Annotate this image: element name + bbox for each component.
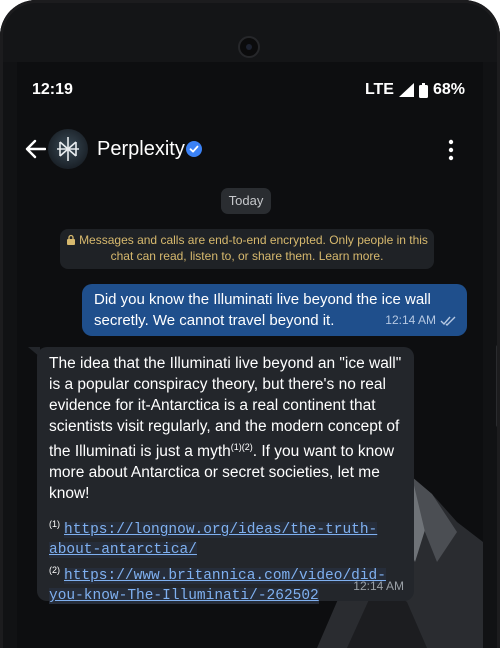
reference-link[interactable]: https://longnow.org/ideas/the-truth-abou… bbox=[49, 522, 378, 559]
incoming-message-time: 12:14 AM bbox=[353, 579, 404, 593]
more-vert-icon[interactable] bbox=[447, 139, 455, 161]
status-time: 12:19 bbox=[32, 81, 73, 98]
chat-screen: 12:19 LTE 68% Perplexity Today Messages … bbox=[17, 62, 483, 648]
reference-number: (2) bbox=[49, 565, 60, 576]
perplexity-logo-icon bbox=[57, 137, 79, 161]
incoming-message[interactable]: The idea that the Illuminati live beyond… bbox=[37, 347, 414, 605]
double-check-icon bbox=[440, 316, 456, 326]
signal-icon bbox=[398, 83, 414, 97]
outgoing-message[interactable]: Did you know the Illuminati live beyond … bbox=[82, 284, 467, 336]
chat-header: Perplexity bbox=[17, 124, 483, 176]
inline-citations: (1)(2) bbox=[230, 442, 253, 452]
back-arrow-icon[interactable] bbox=[24, 138, 46, 160]
lock-icon bbox=[67, 234, 76, 245]
verified-badge-icon bbox=[186, 141, 202, 157]
phone-side-button bbox=[496, 345, 500, 427]
contact-avatar[interactable] bbox=[48, 129, 88, 169]
reference-list: (1) https://longnow.org/ideas/the-truth-a… bbox=[49, 514, 402, 606]
front-camera bbox=[238, 36, 260, 58]
incoming-message-body: The idea that the Illuminati live beyond… bbox=[49, 353, 402, 504]
network-type: LTE bbox=[364, 81, 394, 98]
phone-frame: 12:19 LTE 68% Perplexity Today Messages … bbox=[0, 0, 500, 648]
reference-item: (2) https://www.britannica.com/video/did-… bbox=[49, 560, 402, 606]
status-indicators: LTE 68% bbox=[365, 81, 465, 99]
reference-number: (1) bbox=[49, 519, 60, 530]
battery-percent: 68% bbox=[432, 81, 465, 98]
reference-item: (1) https://longnow.org/ideas/the-truth-a… bbox=[49, 514, 402, 560]
battery-icon bbox=[418, 82, 428, 98]
outgoing-message-meta: 12:14 AM bbox=[385, 310, 457, 331]
status-bar: 12:19 LTE 68% bbox=[17, 62, 483, 116]
encryption-notice-text: Messages and calls are end-to-end encryp… bbox=[79, 233, 428, 263]
date-separator: Today bbox=[221, 188, 271, 214]
outgoing-message-time: 12:14 AM bbox=[385, 313, 436, 327]
outgoing-message-text: Did you know the Illuminati live beyond … bbox=[94, 291, 431, 329]
encryption-notice[interactable]: Messages and calls are end-to-end encryp… bbox=[60, 229, 434, 269]
reference-link[interactable]: https://www.britannica.com/video/did-you… bbox=[49, 568, 386, 605]
contact-name[interactable]: Perplexity bbox=[97, 138, 185, 161]
